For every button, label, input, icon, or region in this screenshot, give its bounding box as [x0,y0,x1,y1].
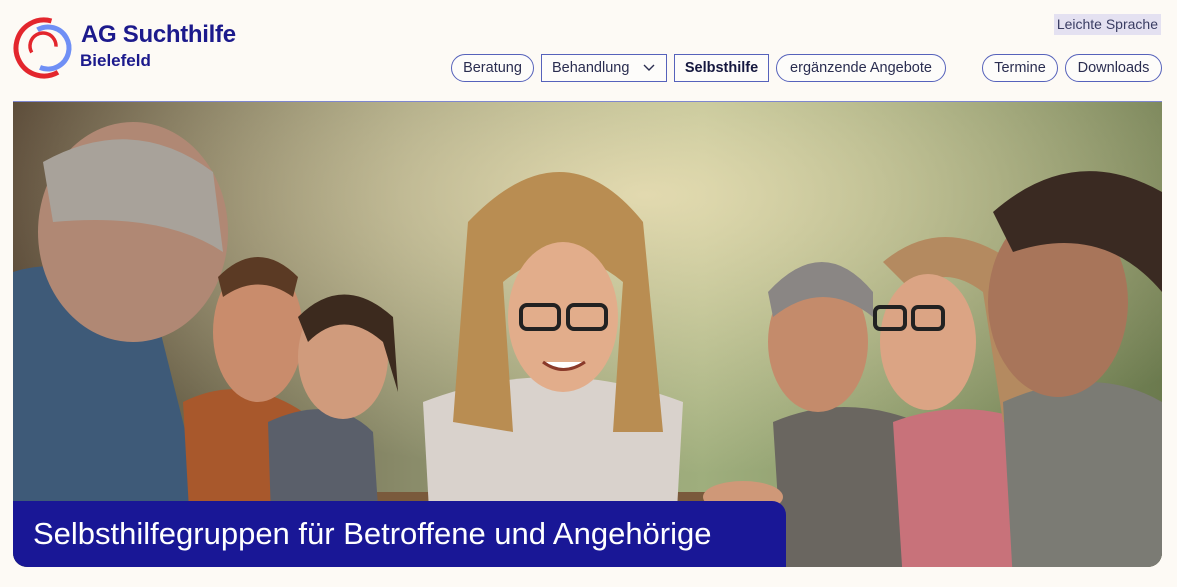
hero-banner: Selbsthilfegruppen für Betroffene und An… [13,101,1162,567]
nav-behandlung[interactable]: Behandlung [541,54,667,82]
easy-language-link[interactable]: Leichte Sprache [1053,14,1161,35]
nav-downloads[interactable]: Downloads [1065,54,1162,82]
nav-ergaenzende-angebote[interactable]: ergänzende Angebote [776,54,946,82]
hero-caption-text: Selbsthilfegruppen für Betroffene und An… [33,516,712,551]
site-header: AG Suchthilfe Bielefeld Leichte Sprache … [0,0,1177,100]
site-logo[interactable]: AG Suchthilfe Bielefeld [12,16,252,80]
logo-name: AG Suchthilfe [81,21,236,48]
logo-city: Bielefeld [80,51,151,70]
nav-behandlung-label: Behandlung [552,60,630,76]
nav-beratung[interactable]: Beratung [451,54,534,82]
nav-selbsthilfe[interactable]: Selbsthilfe [674,54,769,82]
nav-termine[interactable]: Termine [982,54,1058,82]
hero-image [13,102,1162,567]
hero-caption: Selbsthilfegruppen für Betroffene und An… [13,501,786,567]
logo-rings-icon [13,17,75,79]
chevron-down-icon [643,64,655,71]
